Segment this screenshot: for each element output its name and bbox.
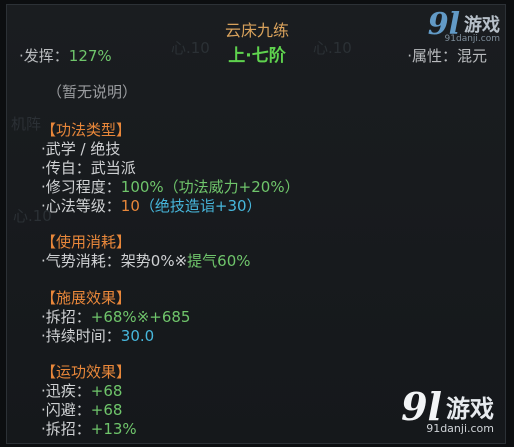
mastery-value: 100%	[120, 178, 164, 196]
skill-tooltip: 心.10 心.10 机阵 心.10 云床九练 上·七阶 ·发挥：127% ·属性…	[6, 4, 506, 444]
parry-run-value: +13%	[90, 420, 137, 438]
cost-qi: 提气60%	[187, 252, 251, 270]
parry-effect-line: ·拆招：+68%※+685	[41, 308, 190, 327]
watermark-logo-bottom: 9l 游戏 91danji.com	[401, 384, 494, 435]
type-section: 【功法类型】 ·武学 / 绝技 ·传自：武当派 ·修习程度：100%（功法威力+…	[41, 121, 300, 216]
background-ghost-text: 机阵	[11, 115, 42, 133]
effect-section: 【施展效果】 ·拆招：+68%※+685 ·持续时间：30.0	[41, 289, 190, 346]
heart-level-label: ·心法等级：	[41, 197, 121, 215]
heart-level-extra: （绝技造诣+30）	[139, 197, 262, 215]
swift-line: ·迅疾：+68	[41, 382, 137, 401]
type-section-header: 【功法类型】	[41, 121, 132, 139]
fahui-label: ·发挥：	[19, 47, 69, 65]
cost-separator: ※	[174, 252, 188, 270]
parry-effect-label: ·拆招：	[41, 308, 91, 326]
duration-label: ·持续时间：	[41, 327, 121, 345]
heart-level-line: ·心法等级：10（绝技造诣+30）	[41, 197, 300, 216]
type-line: ·武学 / 绝技	[41, 140, 121, 158]
cost-label: ·气势消耗：	[41, 252, 121, 270]
dodge-label: ·闪避：	[41, 401, 91, 419]
parry-run-line: ·拆招：+13%	[41, 420, 137, 439]
parry-run-label: ·拆招：	[41, 420, 91, 438]
swift-value: +68	[90, 382, 123, 400]
attribute-value: 混元	[456, 47, 487, 65]
mastery-extra: （功法威力+20%）	[163, 178, 300, 196]
duration-line: ·持续时间：30.0	[41, 327, 190, 346]
attribute-stat: ·属性：混元	[407, 45, 487, 66]
swift-label: ·迅疾：	[41, 382, 91, 400]
dodge-line: ·闪避：+68	[41, 401, 137, 420]
watermark-logo-top: 9l 游戏 91danji.com	[428, 6, 500, 45]
heart-level-value: 10	[120, 197, 140, 215]
cost-section-header: 【使用消耗】	[41, 233, 132, 251]
dodge-value: +68	[90, 401, 123, 419]
parry-effect-value: +68%※+685	[90, 308, 191, 326]
run-section: 【运功效果】 ·迅疾：+68 ·闪避：+68 ·拆招：+13%	[41, 363, 137, 439]
skill-description: （暂无说明）	[47, 83, 138, 101]
fahui-stat: ·发挥：127%	[19, 45, 112, 66]
fahui-value: 127%	[68, 47, 112, 65]
mastery-line: ·修习程度：100%（功法威力+20%）	[41, 178, 300, 197]
origin-line: ·传自：武当派	[41, 159, 136, 177]
cost-line: ·气势消耗：架势0%※提气60%	[41, 252, 251, 271]
effect-section-header: 【施展效果】	[41, 289, 132, 307]
attribute-label: ·属性：	[407, 47, 457, 65]
watermark-text: 游戏	[446, 395, 494, 423]
mastery-label: ·修习程度：	[41, 178, 121, 196]
cost-stance: 架势0%	[120, 252, 175, 270]
run-section-header: 【运功效果】	[41, 363, 132, 381]
watermark-url: 91danji.com	[426, 422, 494, 435]
cost-section: 【使用消耗】 ·气势消耗：架势0%※提气60%	[41, 233, 251, 271]
duration-value: 30.0	[120, 327, 155, 345]
watermark-url: 91danji.com	[444, 34, 500, 44]
